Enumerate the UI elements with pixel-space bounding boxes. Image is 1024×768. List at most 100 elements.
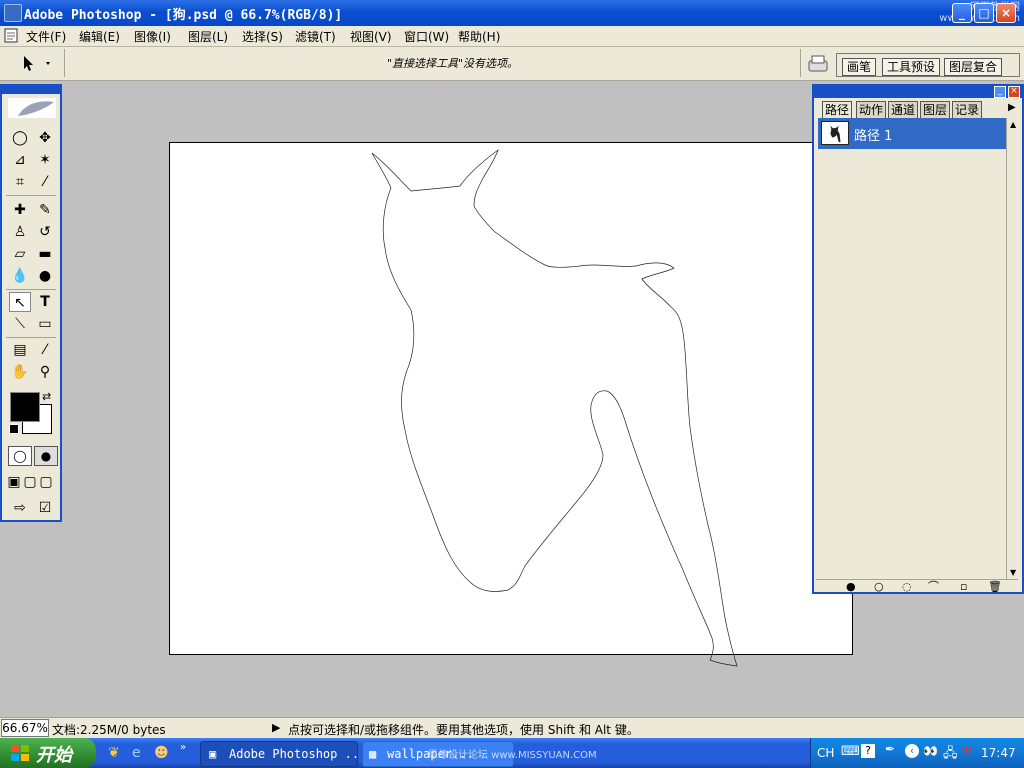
menu-edit[interactable]: 编辑(E)	[77, 28, 122, 45]
fill-path-icon[interactable]: ●	[846, 581, 856, 593]
move-tool-icon[interactable]: ✥	[34, 128, 56, 148]
well-tab-layer-comps[interactable]: 图层复合	[944, 58, 1003, 76]
quicklaunch-expand-icon[interactable]: »	[180, 742, 186, 753]
make-work-path-icon[interactable]: ⌒	[928, 581, 939, 593]
feather-logo-icon[interactable]	[8, 98, 56, 118]
quicklaunch-ie-icon[interactable]: e	[132, 745, 141, 761]
blur-tool-icon[interactable]: 💧	[9, 266, 31, 286]
image-task-icon: ▩	[369, 747, 377, 761]
load-selection-icon[interactable]: ◌	[902, 581, 912, 593]
menu-image[interactable]: 图像(I)	[132, 28, 173, 45]
start-button[interactable]: 开始	[0, 738, 96, 768]
menu-help[interactable]: 帮助(H)	[456, 28, 502, 45]
title-bar: Adobe Photoshop - [狗.psd @ 66.7%(RGB/8)]…	[0, 0, 1024, 26]
tab-channels[interactable]: 通道	[888, 101, 919, 119]
language-indicator[interactable]: CH	[817, 746, 834, 760]
eyedropper-tool-icon[interactable]: ⁄	[34, 340, 56, 360]
hand-tool-icon[interactable]: ✋	[9, 362, 31, 382]
scroll-up-icon[interactable]: ▲	[1010, 120, 1016, 129]
slice-tool-icon[interactable]: ⁄	[34, 172, 56, 192]
menu-window[interactable]: 窗口(W)	[402, 28, 451, 45]
panel-scrollbar[interactable]: ▲ ▼	[1006, 118, 1021, 580]
options-bar: "直接选择工具"没有选项。 画笔 工具预设 图层复合	[0, 47, 1024, 81]
edit-in-imageready-icon[interactable]: ☑	[34, 498, 56, 518]
forum-watermark: 思缘设计论坛 www.MISSYUAN.COM	[428, 750, 597, 761]
foreground-color-swatch[interactable]	[10, 392, 40, 422]
healing-brush-tool-icon[interactable]: ✚	[9, 200, 31, 220]
ime-icon[interactable]: ✒	[885, 742, 895, 756]
zoom-level-field[interactable]: 66.67%	[1, 719, 49, 737]
security-shield-icon[interactable]: ⛨	[961, 743, 972, 759]
clone-stamp-tool-icon[interactable]: ♙	[9, 222, 31, 242]
keyboard-icon[interactable]: ⌨	[841, 744, 860, 759]
eyes-icon[interactable]: 👀	[923, 744, 938, 758]
panel-close-button[interactable]: ×	[1008, 86, 1020, 98]
tab-layers[interactable]: 图层	[920, 101, 951, 119]
standard-mode-button[interactable]: ◯	[8, 446, 32, 466]
notes-tool-icon[interactable]: ▤	[9, 340, 31, 360]
quicklaunch-fox-icon[interactable]: ❦	[108, 745, 120, 761]
path-list-item[interactable]: 路径 1	[818, 118, 1006, 149]
menu-view[interactable]: 视图(V)	[348, 28, 394, 45]
document-canvas[interactable]	[169, 142, 853, 655]
gradient-tool-icon[interactable]: ▬	[34, 244, 56, 264]
document-icon[interactable]	[4, 28, 19, 43]
well-tab-tool-presets[interactable]: 工具预设	[882, 58, 941, 76]
menu-layer[interactable]: 图层(L)	[186, 28, 230, 45]
zoom-tool-icon[interactable]: ⚲	[34, 362, 56, 382]
maximize-button[interactable]: □	[974, 3, 994, 23]
divider	[800, 49, 801, 77]
status-menu-arrow-icon[interactable]: ▶	[272, 721, 280, 734]
tray-collapse-icon[interactable]: ‹	[905, 744, 919, 758]
swap-colors-icon[interactable]: ⇄	[42, 390, 51, 403]
history-brush-tool-icon[interactable]: ↺	[34, 222, 56, 242]
quick-mask-mode-button[interactable]: ●	[34, 446, 58, 466]
panel-titlebar[interactable]	[814, 86, 1022, 98]
window-title: Adobe Photoshop - [狗.psd @ 66.7%(RGB/8)]	[24, 8, 343, 23]
direct-selection-tool-icon[interactable]: ↖	[9, 292, 31, 312]
menu-select[interactable]: 选择(S)	[240, 28, 285, 45]
clock: 17:47	[981, 746, 1016, 760]
menu-file[interactable]: 文件(F)	[24, 28, 68, 45]
file-browser-icon[interactable]	[806, 53, 830, 75]
toolbox-titlebar[interactable]	[2, 86, 60, 94]
network-icon[interactable]: 🖧	[943, 744, 958, 766]
default-colors-icon[interactable]	[9, 424, 19, 434]
close-button[interactable]: ×	[996, 3, 1016, 23]
delete-path-icon[interactable]: 🗑	[988, 581, 1002, 593]
quicklaunch-tiger-icon[interactable]: ☻	[154, 745, 169, 761]
help-icon[interactable]: ?	[861, 744, 875, 758]
shape-tool-icon[interactable]: ▭	[34, 314, 56, 334]
tab-actions[interactable]: 动作	[856, 101, 887, 119]
panel-minimize-button[interactable]: _	[994, 86, 1006, 98]
tab-paths[interactable]: 路径	[822, 101, 853, 119]
magic-wand-tool-icon[interactable]: ✶	[34, 150, 56, 170]
new-path-icon[interactable]: ▫	[960, 581, 967, 593]
well-tab-brushes[interactable]: 画笔	[842, 58, 877, 76]
panel-menu-arrow-icon[interactable]: ▶	[1008, 102, 1016, 113]
eraser-tool-icon[interactable]: ▱	[9, 244, 31, 264]
path-name-label: 路径 1	[854, 129, 893, 144]
standard-screen-mode-icon[interactable]: ▣	[6, 472, 22, 492]
crop-tool-icon[interactable]: ⌗	[9, 172, 31, 192]
stroke-path-icon[interactable]: ○	[874, 581, 884, 593]
type-tool-icon[interactable]: T	[34, 292, 56, 312]
photoshop-app-icon[interactable]	[4, 4, 22, 22]
elliptical-marquee-tool-icon[interactable]: ◯	[9, 128, 31, 148]
full-screen-mode-icon[interactable]: ▢	[38, 472, 54, 492]
scroll-down-icon[interactable]: ▼	[1010, 568, 1016, 577]
polygonal-lasso-tool-icon[interactable]: ⊿	[9, 150, 31, 170]
minimize-button[interactable]: _	[952, 3, 972, 23]
tab-history[interactable]: 记录	[952, 101, 983, 119]
jump-to-imageready-icon[interactable]: ⇨	[9, 498, 31, 518]
brush-tool-icon[interactable]: ✎	[34, 200, 56, 220]
dodge-tool-icon[interactable]: ●	[34, 266, 56, 286]
menu-filter[interactable]: 滤镜(T)	[293, 28, 338, 45]
divider	[6, 289, 56, 290]
options-hint: "直接选择工具"没有选项。	[386, 57, 519, 70]
pen-tool-icon[interactable]: ⟍	[9, 314, 31, 334]
toolbox: ◯ ✥ ⊿ ✶ ⌗ ⁄ ✚ ✎ ♙ ↺ ▱ ▬ 💧 ● ↖ T ⟍ ▭ ▤ ⁄ …	[0, 84, 62, 522]
document-size-info[interactable]: 文档:2.25M/0 bytes	[52, 721, 166, 738]
task-photoshop[interactable]: ▣ Adobe Photoshop ...	[200, 741, 358, 767]
full-screen-menu-mode-icon[interactable]: ▢	[22, 472, 38, 492]
